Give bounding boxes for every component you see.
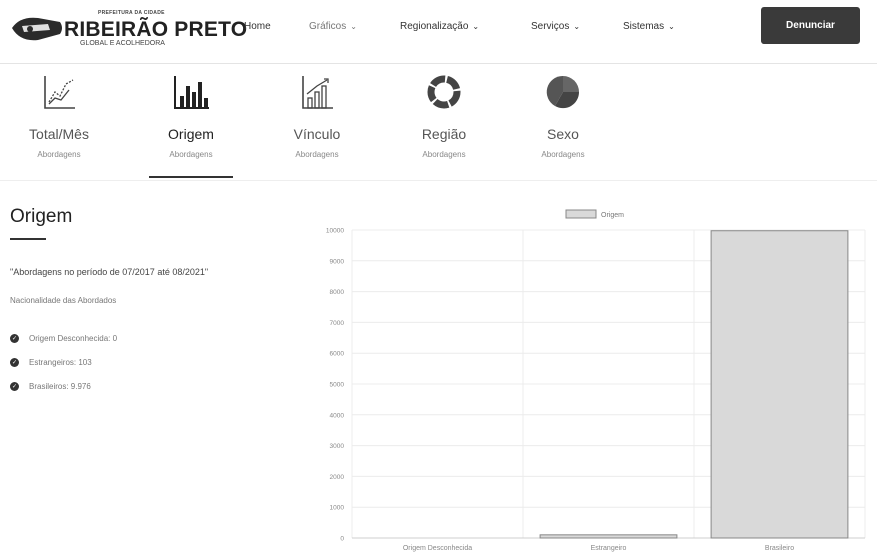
y-tick-label: 8000: [330, 289, 345, 296]
section-title: Origem: [10, 206, 73, 227]
legend-label: Origem: [601, 212, 624, 219]
y-tick-label: 9000: [330, 258, 345, 265]
nav-regionalizacao[interactable]: Regionalização ⌄: [400, 21, 479, 32]
origem-bar-chart: Origem 10000 9000 8000 7000 6000 5000 4000 3000 2…: [296, 200, 877, 556]
y-tick-label: 5000: [330, 382, 345, 389]
tab-regiao[interactable]: Região Abordagens: [389, 64, 499, 176]
nav-graficos[interactable]: Gráficos ⌄: [309, 21, 357, 32]
chevron-down-icon: ⌄: [472, 22, 480, 31]
tab-label: Total/Mês: [29, 126, 89, 142]
tab-origem[interactable]: Origem Abordagens: [136, 64, 246, 176]
tab-sublabel: Abordagens: [169, 150, 213, 159]
x-tick-label: Estrangeiro: [591, 545, 627, 552]
x-tick-label: Brasileiro: [765, 545, 794, 552]
bar: [710, 230, 849, 539]
tab-label: Região: [421, 126, 467, 142]
city-emblem-icon: [12, 17, 62, 41]
title-underline: [10, 238, 46, 240]
donut-chart-icon: [427, 75, 461, 109]
denunciar-button[interactable]: Denunciar: [761, 7, 860, 44]
tab-label: Origem: [168, 126, 214, 142]
y-tick-label: 1000: [330, 505, 345, 512]
tab-sublabel: Abordagens: [541, 150, 585, 159]
nav-home[interactable]: Home: [244, 21, 271, 32]
tab-label: Sexo: [547, 126, 579, 142]
active-tab-indicator: [149, 176, 233, 178]
tab-sexo[interactable]: Sexo Abordagens: [508, 64, 618, 176]
tabs-divider: [0, 180, 877, 181]
chevron-down-icon: ⌄: [668, 22, 675, 31]
pie-chart-icon: [546, 75, 580, 109]
y-tick-label: 0: [340, 536, 344, 543]
tab-sublabel: Abordagens: [37, 150, 81, 159]
stat-text: Brasileiros: 9.976: [29, 382, 91, 391]
x-tick-label: Origem Desconhecida: [403, 545, 472, 552]
check-circle-icon: ✓: [10, 358, 19, 367]
bar: [539, 534, 678, 539]
y-tick-label: 6000: [330, 351, 345, 358]
stat-item: ✓ Origem Desconhecida: 0: [10, 334, 117, 343]
y-tick-label: 7000: [330, 320, 345, 327]
y-tick-label: 10000: [326, 228, 344, 235]
tab-label: Vínculo: [293, 126, 341, 142]
nav-sistemas[interactable]: Sistemas ⌄: [623, 21, 675, 32]
chart-canvas: Origem1000090008000700060005000400030002…: [326, 209, 866, 552]
stat-text: Origem Desconhecida: 0: [29, 334, 118, 343]
logo-title: RIBEIRÃO PRETO: [64, 18, 248, 41]
stat-text: Estrangeiros: 103: [29, 358, 92, 367]
chevron-down-icon: ⌄: [350, 22, 357, 31]
logo-prefix: PREFEITURA DA CIDADE: [98, 10, 165, 16]
period-text: "Abordagens no período de 07/2017 até 08…: [10, 267, 209, 277]
tab-sublabel: Abordagens: [422, 150, 466, 159]
y-tick-label: 4000: [330, 412, 345, 419]
growth-chart-icon: [302, 76, 333, 109]
nationality-label: Nacionalidade das Abordados: [10, 296, 117, 305]
check-circle-icon: ✓: [10, 334, 19, 343]
logo-tagline: GLOBAL E ACOLHEDORA: [80, 40, 165, 47]
y-tick-label: 3000: [330, 443, 345, 450]
stat-item: ✓ Brasileiros: 9.976: [10, 382, 91, 391]
nav-servicos[interactable]: Serviços ⌄: [531, 21, 580, 32]
legend-swatch: [565, 209, 597, 219]
site-header: PREFEITURA DA CIDADE RIBEIRÃO PRETO GLOB…: [0, 0, 877, 64]
site-logo[interactable]: PREFEITURA DA CIDADE RIBEIRÃO PRETO GLOB…: [10, 8, 247, 48]
chevron-down-icon: ⌄: [573, 22, 581, 31]
bar-chart-icon: [174, 76, 209, 109]
y-tick-label: 2000: [330, 474, 345, 481]
check-circle-icon: ✓: [10, 382, 19, 391]
tab-vinculo[interactable]: Vínculo Abordagens: [262, 64, 372, 176]
tab-sublabel: Abordagens: [295, 150, 339, 159]
line-chart-icon: [44, 76, 75, 109]
tab-total-mes[interactable]: Total/Mês Abordagens: [4, 64, 114, 176]
stat-item: ✓ Estrangeiros: 103: [10, 358, 92, 367]
